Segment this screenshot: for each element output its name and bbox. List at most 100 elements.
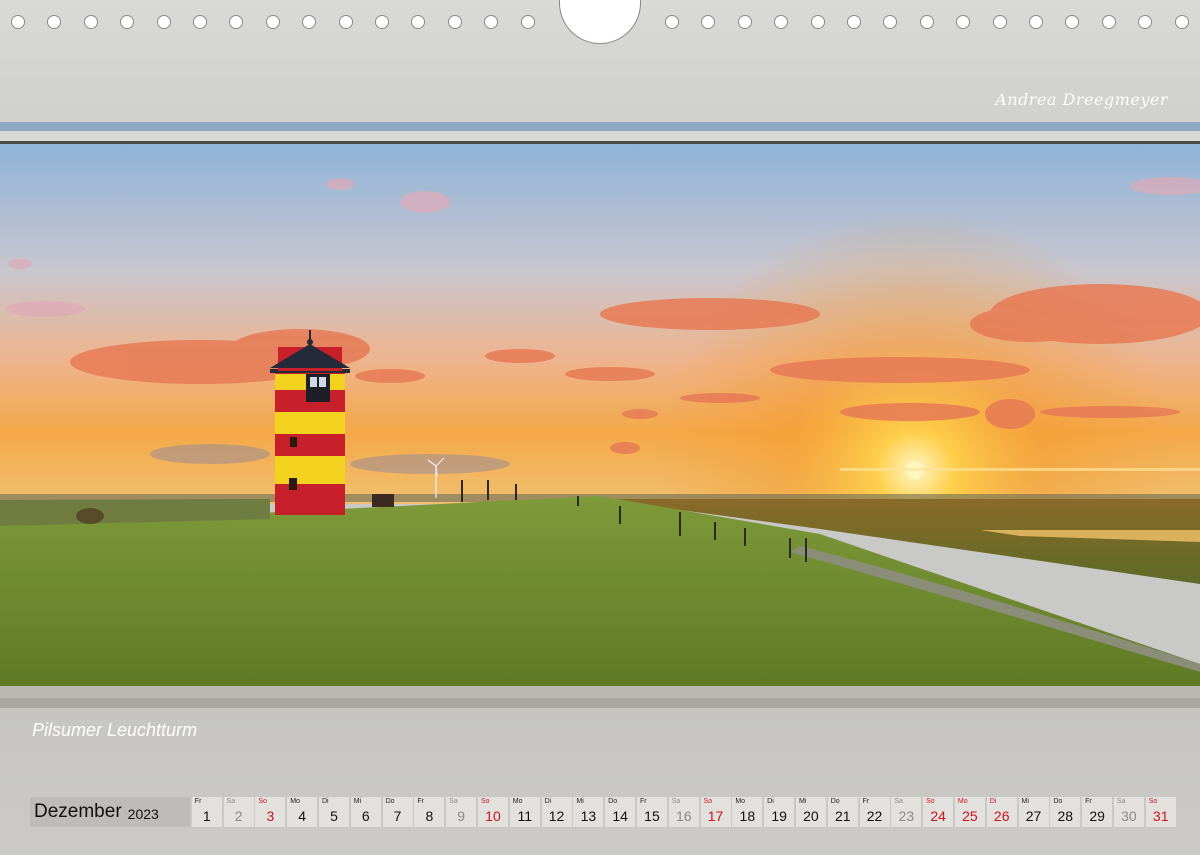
weekday-label: Di [544, 798, 552, 805]
binding-hole [338, 15, 353, 29]
decor-stripe-light [0, 131, 1200, 141]
weekday-label: Fr [194, 798, 202, 805]
day-number: 26 [993, 808, 1010, 824]
day-number: 29 [1089, 808, 1105, 824]
day-cell: Fr 1 [191, 797, 222, 827]
weekday-label: Di [767, 798, 774, 805]
weekday-label: Mo [735, 798, 746, 805]
weekday-label: So [1148, 798, 1158, 805]
day-number: 10 [485, 808, 501, 824]
landscape-photo [0, 144, 1200, 686]
day-number: 3 [266, 808, 275, 824]
day-number: 19 [771, 808, 787, 824]
weekday-label: Fr [417, 798, 424, 805]
day-cells: Fr 1 Sa 2 So 3 Mo 4 Di 5 Mi 6 Do 7 Fr 8 Sa 9 So 10 Mo 11 Di 12 M… [190, 797, 1176, 827]
day-number: 7 [393, 808, 402, 824]
day-cell: Sa 16 [668, 797, 699, 827]
month-name: Dezember [34, 801, 122, 822]
weekday-label: Di [321, 798, 329, 805]
day-cell: Fr 8 [414, 797, 445, 827]
day-cell: Fr 15 [636, 797, 667, 827]
day-number: 28 [1057, 808, 1074, 824]
lighthouse [270, 330, 350, 515]
day-number: 27 [1025, 808, 1042, 824]
binding-hole [1101, 15, 1116, 29]
day-number: 31 [1152, 808, 1169, 824]
weekday-label: Sa [671, 798, 681, 805]
binding-hole [447, 15, 462, 29]
day-cell: Do 21 [827, 797, 858, 827]
day-cell: Fr 29 [1082, 797, 1113, 827]
weekday-label: Sa [1116, 798, 1126, 805]
day-cell: Mi 20 [795, 797, 826, 827]
binding-hole [737, 15, 752, 29]
day-number: 21 [834, 808, 851, 824]
photo-bottom-border-shadow [0, 698, 1200, 708]
day-cell: Do 7 [382, 797, 413, 827]
day-number: 15 [644, 808, 660, 824]
binding-hole [665, 15, 679, 29]
binding-hole [11, 15, 25, 29]
day-number: 17 [707, 808, 724, 824]
day-cell: Mo 18 [732, 797, 763, 827]
weekday-label: Di [989, 798, 997, 805]
binding-hole [193, 15, 207, 29]
binding-hole [919, 15, 934, 29]
photo-bottom-border [0, 686, 1200, 698]
weekday-label: So [258, 798, 267, 805]
day-number: 2 [234, 808, 243, 824]
binding-hole [156, 15, 171, 29]
day-number: 23 [898, 808, 915, 824]
day-cell: Sa 9 [446, 797, 477, 827]
day-number: 6 [361, 808, 370, 824]
day-number: 5 [330, 808, 338, 824]
weekday-label: So [926, 798, 935, 805]
binding-hole [1029, 15, 1043, 29]
day-number: 9 [457, 808, 466, 824]
weekday-label: So [703, 798, 713, 805]
day-number: 1 [202, 808, 211, 824]
weekday-label: Mi [798, 798, 807, 805]
day-number: 24 [930, 808, 946, 824]
binding-hole [265, 15, 280, 29]
day-number: 12 [548, 808, 565, 824]
weekday-label: Do [608, 798, 618, 805]
binding-hole [1174, 15, 1189, 29]
day-cell: Di 19 [764, 797, 795, 827]
day-cell: Mo 4 [287, 797, 318, 827]
day-cell: Mo 11 [509, 797, 540, 827]
day-number: 30 [1121, 808, 1137, 824]
weekday-label: So [480, 798, 490, 805]
day-cell: Do 28 [1050, 797, 1081, 827]
weekday-label: Sa [894, 798, 903, 805]
weekday-label: Mi [353, 798, 362, 805]
day-number: 4 [298, 808, 307, 824]
day-cell: So 10 [477, 797, 508, 827]
day-cell: So 24 [923, 797, 954, 827]
weekday-label: Fr [862, 798, 870, 805]
day-cell: So 31 [1145, 797, 1176, 827]
day-cell: So 3 [255, 797, 286, 827]
year: 2023 [127, 805, 159, 822]
month-label: Dezember 2023 [30, 797, 190, 827]
day-number: 11 [517, 808, 533, 824]
binding-hole [520, 15, 535, 29]
weekday-label: Do [830, 798, 840, 805]
photo-caption: Pilsumer Leuchtturm [32, 720, 198, 740]
day-cell: Fr 22 [859, 797, 890, 827]
binding-hole [992, 15, 1007, 29]
weekday-label: Mo [290, 798, 300, 805]
binding-hole [375, 15, 389, 29]
day-cell: Di 5 [318, 797, 349, 827]
weekday-label: Sa [449, 798, 458, 805]
weekday-label: Fr [1085, 798, 1092, 805]
day-cell: Mo 25 [954, 797, 985, 827]
weekday-label: Mo [512, 798, 523, 805]
day-number: 16 [675, 808, 692, 824]
calendar-strip: Dezember 2023 Fr 1 Sa 2 So 3 Mo 4 Di 5 Mi 6 Do 7 Fr 8 Sa… [30, 797, 1176, 827]
day-cell: Di 26 [986, 797, 1017, 827]
weekday-label: Sa [226, 798, 236, 805]
day-cell: So 17 [700, 797, 731, 827]
day-number: 25 [962, 808, 978, 824]
day-cell: Mi 13 [573, 797, 604, 827]
